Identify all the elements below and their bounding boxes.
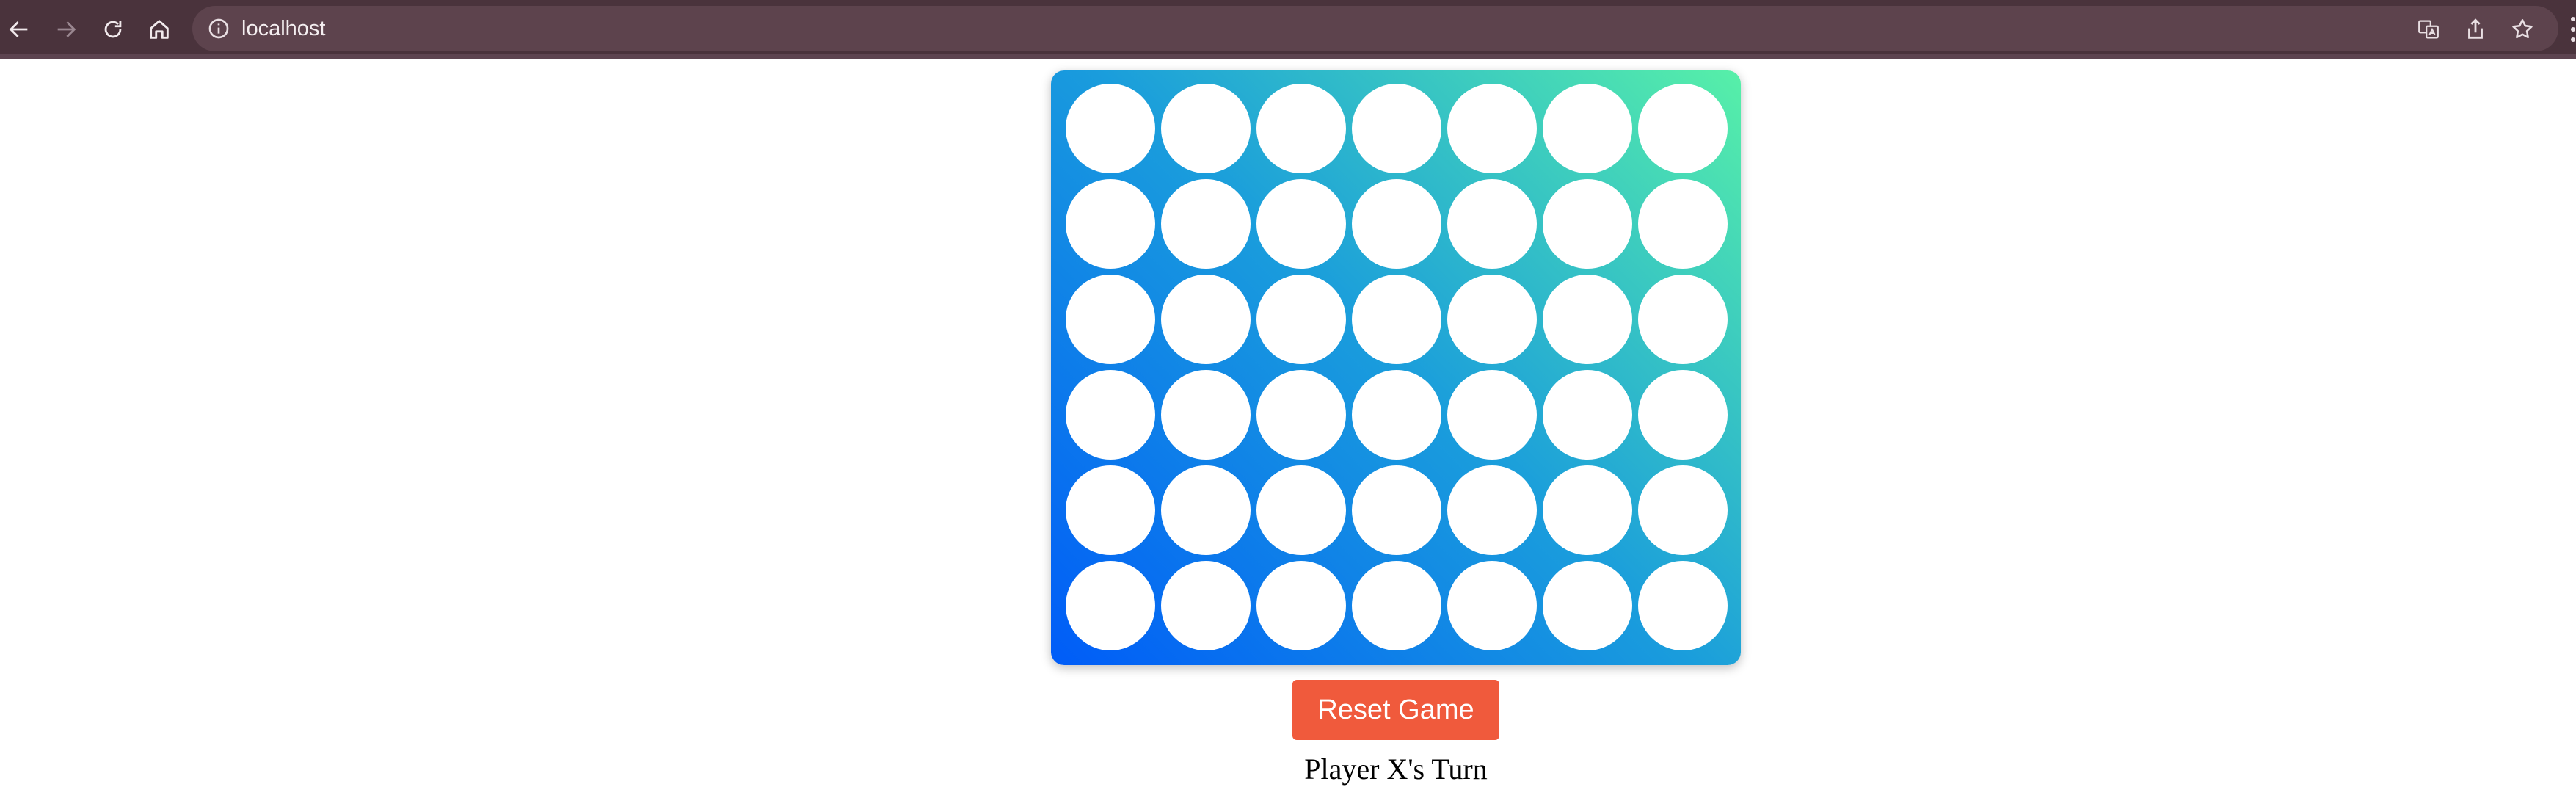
board-cell[interactable] xyxy=(1638,561,1728,650)
board-cell[interactable] xyxy=(1066,179,1155,269)
board-cell[interactable] xyxy=(1543,84,1632,173)
board-cell[interactable] xyxy=(1256,370,1346,460)
board-cell[interactable] xyxy=(1161,179,1251,269)
browser-toolbar: localhost xyxy=(0,0,2576,59)
menu-icon[interactable] xyxy=(2569,13,2575,46)
board-cell[interactable] xyxy=(1543,561,1632,650)
board-cell[interactable] xyxy=(1543,179,1632,269)
board-cell[interactable] xyxy=(1256,275,1346,364)
share-button[interactable] xyxy=(2463,17,2488,42)
site-info-icon[interactable] xyxy=(207,17,230,40)
board-cell[interactable] xyxy=(1256,179,1346,269)
back-arrow-icon xyxy=(9,21,28,37)
forward-arrow-icon xyxy=(57,21,76,37)
bookmark-button[interactable] xyxy=(2510,17,2535,42)
turn-status: Player X's Turn xyxy=(1304,752,1488,786)
board-cell[interactable] xyxy=(1447,370,1537,460)
board-cell[interactable] xyxy=(1447,84,1537,173)
home-button[interactable] xyxy=(140,10,178,48)
share-icon xyxy=(2468,18,2483,39)
board-cell[interactable] xyxy=(1447,275,1537,364)
board-cell[interactable] xyxy=(1543,465,1632,555)
star-icon xyxy=(2512,18,2533,39)
board-cell[interactable] xyxy=(1161,84,1251,173)
board-cell[interactable] xyxy=(1638,179,1728,269)
url-text: localhost xyxy=(241,17,326,40)
board-cell[interactable] xyxy=(1066,465,1155,555)
translate-icon xyxy=(2418,20,2439,39)
board-cell[interactable] xyxy=(1066,561,1155,650)
board-cell[interactable] xyxy=(1638,370,1728,460)
game-board xyxy=(1051,70,1741,665)
address-bar[interactable]: localhost xyxy=(192,6,2558,51)
board-cell[interactable] xyxy=(1352,275,1441,364)
reload-icon xyxy=(104,21,122,38)
board-cell[interactable] xyxy=(1543,370,1632,460)
board-cell[interactable] xyxy=(1256,561,1346,650)
board-cell[interactable] xyxy=(1352,370,1441,460)
board-cell[interactable] xyxy=(1256,465,1346,555)
board-cell[interactable] xyxy=(1352,84,1441,173)
reload-button[interactable] xyxy=(94,10,132,48)
board-cell[interactable] xyxy=(1352,561,1441,650)
forward-button[interactable] xyxy=(47,10,85,48)
board-cell[interactable] xyxy=(1447,179,1537,269)
board-cell[interactable] xyxy=(1543,275,1632,364)
back-button[interactable] xyxy=(0,10,38,48)
board-cell[interactable] xyxy=(1638,84,1728,173)
board-cell[interactable] xyxy=(1161,465,1251,555)
board-cell[interactable] xyxy=(1161,561,1251,650)
board-cell[interactable] xyxy=(1256,84,1346,173)
board-cell[interactable] xyxy=(1352,465,1441,555)
reset-game-button[interactable]: Reset Game xyxy=(1292,680,1499,740)
board-cell[interactable] xyxy=(1066,370,1155,460)
board-cell[interactable] xyxy=(1161,275,1251,364)
board-cell[interactable] xyxy=(1066,275,1155,364)
translate-button[interactable] xyxy=(2416,17,2441,42)
board-cell[interactable] xyxy=(1638,465,1728,555)
board-cell[interactable] xyxy=(1066,84,1155,173)
home-icon xyxy=(150,20,169,39)
board-cell[interactable] xyxy=(1447,561,1537,650)
board-cell[interactable] xyxy=(1638,275,1728,364)
board-cell[interactable] xyxy=(1352,179,1441,269)
board-cell[interactable] xyxy=(1161,370,1251,460)
board-cell[interactable] xyxy=(1447,465,1537,555)
